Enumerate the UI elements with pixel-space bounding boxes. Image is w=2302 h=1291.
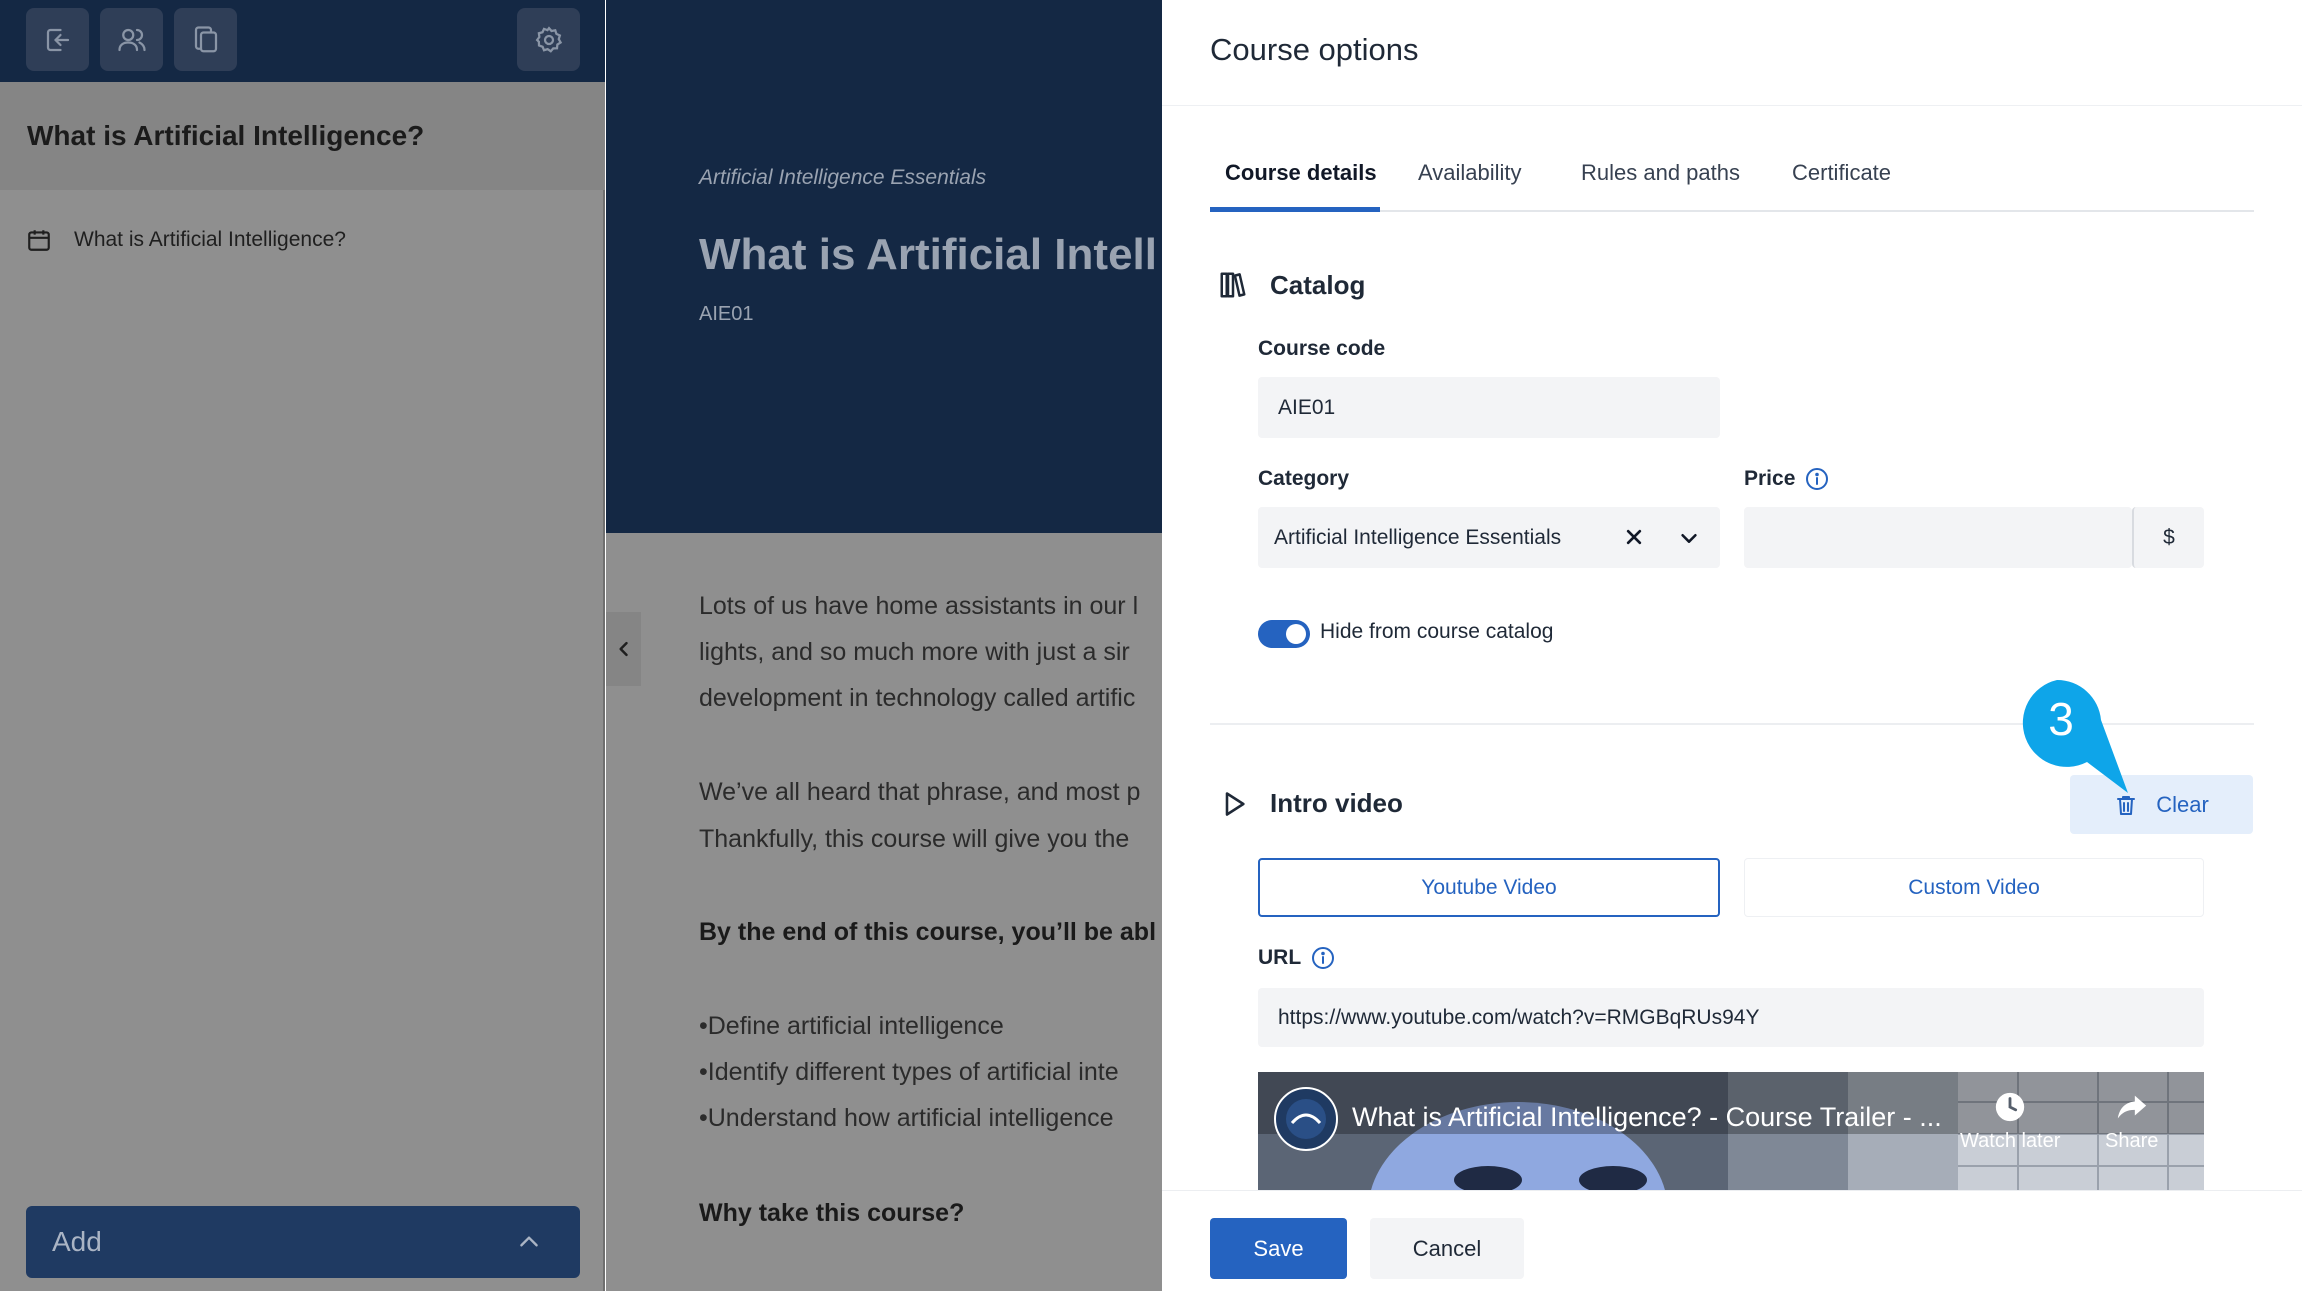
info-icon[interactable] [1311,946,1335,970]
panel-header: Course options [1162,0,2302,106]
hero-course-code: AIE01 [699,303,754,325]
tab-rules-and-paths[interactable]: Rules and paths [1581,160,1740,186]
url-label: URL [1258,946,1335,970]
hide-from-catalog-toggle[interactable] [1258,620,1310,648]
tab-availability[interactable]: Availability [1418,160,1522,186]
settings-button[interactable] [517,8,580,71]
url-value: https://www.youtube.com/watch?v=RMGBqRUs… [1278,1005,1760,1029]
info-icon[interactable] [1805,467,1829,491]
body-bullet: •Identify different types of artificial … [699,1058,1119,1086]
clear-selection-icon[interactable] [1624,527,1644,547]
url-input[interactable]: https://www.youtube.com/watch?v=RMGBqRUs… [1258,988,2204,1047]
course-code-value: AIE01 [1278,395,1336,419]
step-callout-number: 3 [2048,693,2074,745]
category-selected-value: Artificial Intelligence Essentials [1274,525,1562,549]
body-paragraph-line: We’ve all heard that phrase, and most p [699,778,1141,806]
chevron-left-icon [618,641,628,657]
course-hero: Artificial Intelligence Essentials What … [606,0,1162,533]
clock-icon [1996,1092,2025,1122]
chevron-down-icon[interactable] [1678,527,1700,549]
body-bullet: •Understand how artificial intelligence [699,1104,1114,1132]
body-bullet: •Define artificial intelligence [699,1012,1004,1040]
body-heading: Why take this course? [699,1199,965,1227]
sidebar-toolbar [0,0,605,82]
exit-icon [46,28,69,51]
channel-avatar[interactable] [1274,1087,1338,1151]
tab-bar: Course details Availability Rules and pa… [1210,150,2254,212]
currency-symbol: $ [2163,525,2175,549]
share-control[interactable]: Share [2105,1090,2158,1153]
url-label-text: URL [1258,946,1302,969]
sidebar-course-title: What is Artificial Intelligence? [27,120,425,151]
hero-category: Artificial Intelligence Essentials [699,166,987,189]
collapse-sidebar-button[interactable] [606,612,641,686]
save-button[interactable]: Save [1210,1218,1347,1279]
share-label: Share [2105,1130,2159,1152]
sidebar-unit-label: What is Artificial Intelligence? [74,228,346,251]
video-title: What is Artificial Intelligence? - Cours… [1352,1102,1942,1132]
tab-certificate[interactable]: Certificate [1792,160,1891,186]
course-content-preview: Artificial Intelligence Essentials What … [606,0,1162,1291]
sidebar: What is Artificial Intelligence? What is… [0,0,605,1291]
body-paragraph-line: Thankfully, this course will give you th… [699,825,1130,853]
category-label: Category [1258,467,1349,491]
course-code-label: Course code [1258,337,1385,361]
copy-icon [194,25,217,52]
exit-button[interactable] [26,8,89,71]
copy-button[interactable] [174,8,237,71]
sidebar-course-title-row[interactable]: What is Artificial Intelligence? [0,82,605,190]
price-label-text: Price [1744,467,1796,490]
category-select[interactable]: Artificial Intelligence Essentials [1258,507,1720,568]
course-code-label-text: Course code [1258,337,1386,360]
hide-from-catalog-label: Hide from course catalog [1320,620,1554,643]
books-icon [1220,272,1246,298]
add-button[interactable]: Add [26,1206,580,1278]
tab-course-details[interactable]: Course details [1225,160,1377,186]
clear-label: Clear [2156,791,2209,817]
sidebar-unit-item[interactable]: What is Artificial Intelligence? [0,218,605,262]
catalog-section-title: Catalog [1270,270,1366,300]
hero-title: What is Artificial Intell [699,230,1157,279]
users-icon [117,28,146,51]
add-label: Add [52,1226,102,1257]
chevron-up-icon [520,1236,538,1247]
panel-title: Course options [1210,32,1419,67]
currency-addon: $ [2132,507,2204,568]
active-tab-indicator [1210,207,1380,212]
cancel-button[interactable]: Cancel [1370,1218,1524,1279]
custom-video-tab[interactable]: Custom Video [1744,858,2204,917]
body-heading: By the end of this course, you’ll be abl [699,918,1157,946]
youtube-video-tab[interactable]: Youtube Video [1258,858,1720,917]
body-paragraph-line: development in technology called artific [699,684,1136,712]
toggle-knob [1286,624,1306,644]
intro-video-section-title: Intro video [1270,788,1403,818]
users-button[interactable] [100,8,163,71]
video-thumbnail[interactable]: What is Artificial Intelligence? - Cours… [1258,1072,2204,1190]
course-code-input[interactable]: AIE01 [1258,377,1720,438]
body-paragraph-line: lights, and so much more with just a sir [699,638,1130,666]
price-label: Price [1744,467,1829,491]
watch-later-control[interactable]: Watch later [1960,1090,2060,1153]
category-label-text: Category [1258,467,1350,490]
price-input[interactable] [1744,507,2132,568]
share-icon [2117,1095,2146,1119]
panel-footer: Save Cancel [1162,1190,2302,1291]
course-options-panel: Course options Course details Availabili… [1162,0,2302,1291]
calendar-icon [28,230,50,251]
gear-icon [535,25,562,53]
play-icon [1225,792,1245,816]
watch-later-label: Watch later [1960,1130,2061,1152]
body-paragraph-line: Lots of us have home assistants in our l [699,592,1139,620]
